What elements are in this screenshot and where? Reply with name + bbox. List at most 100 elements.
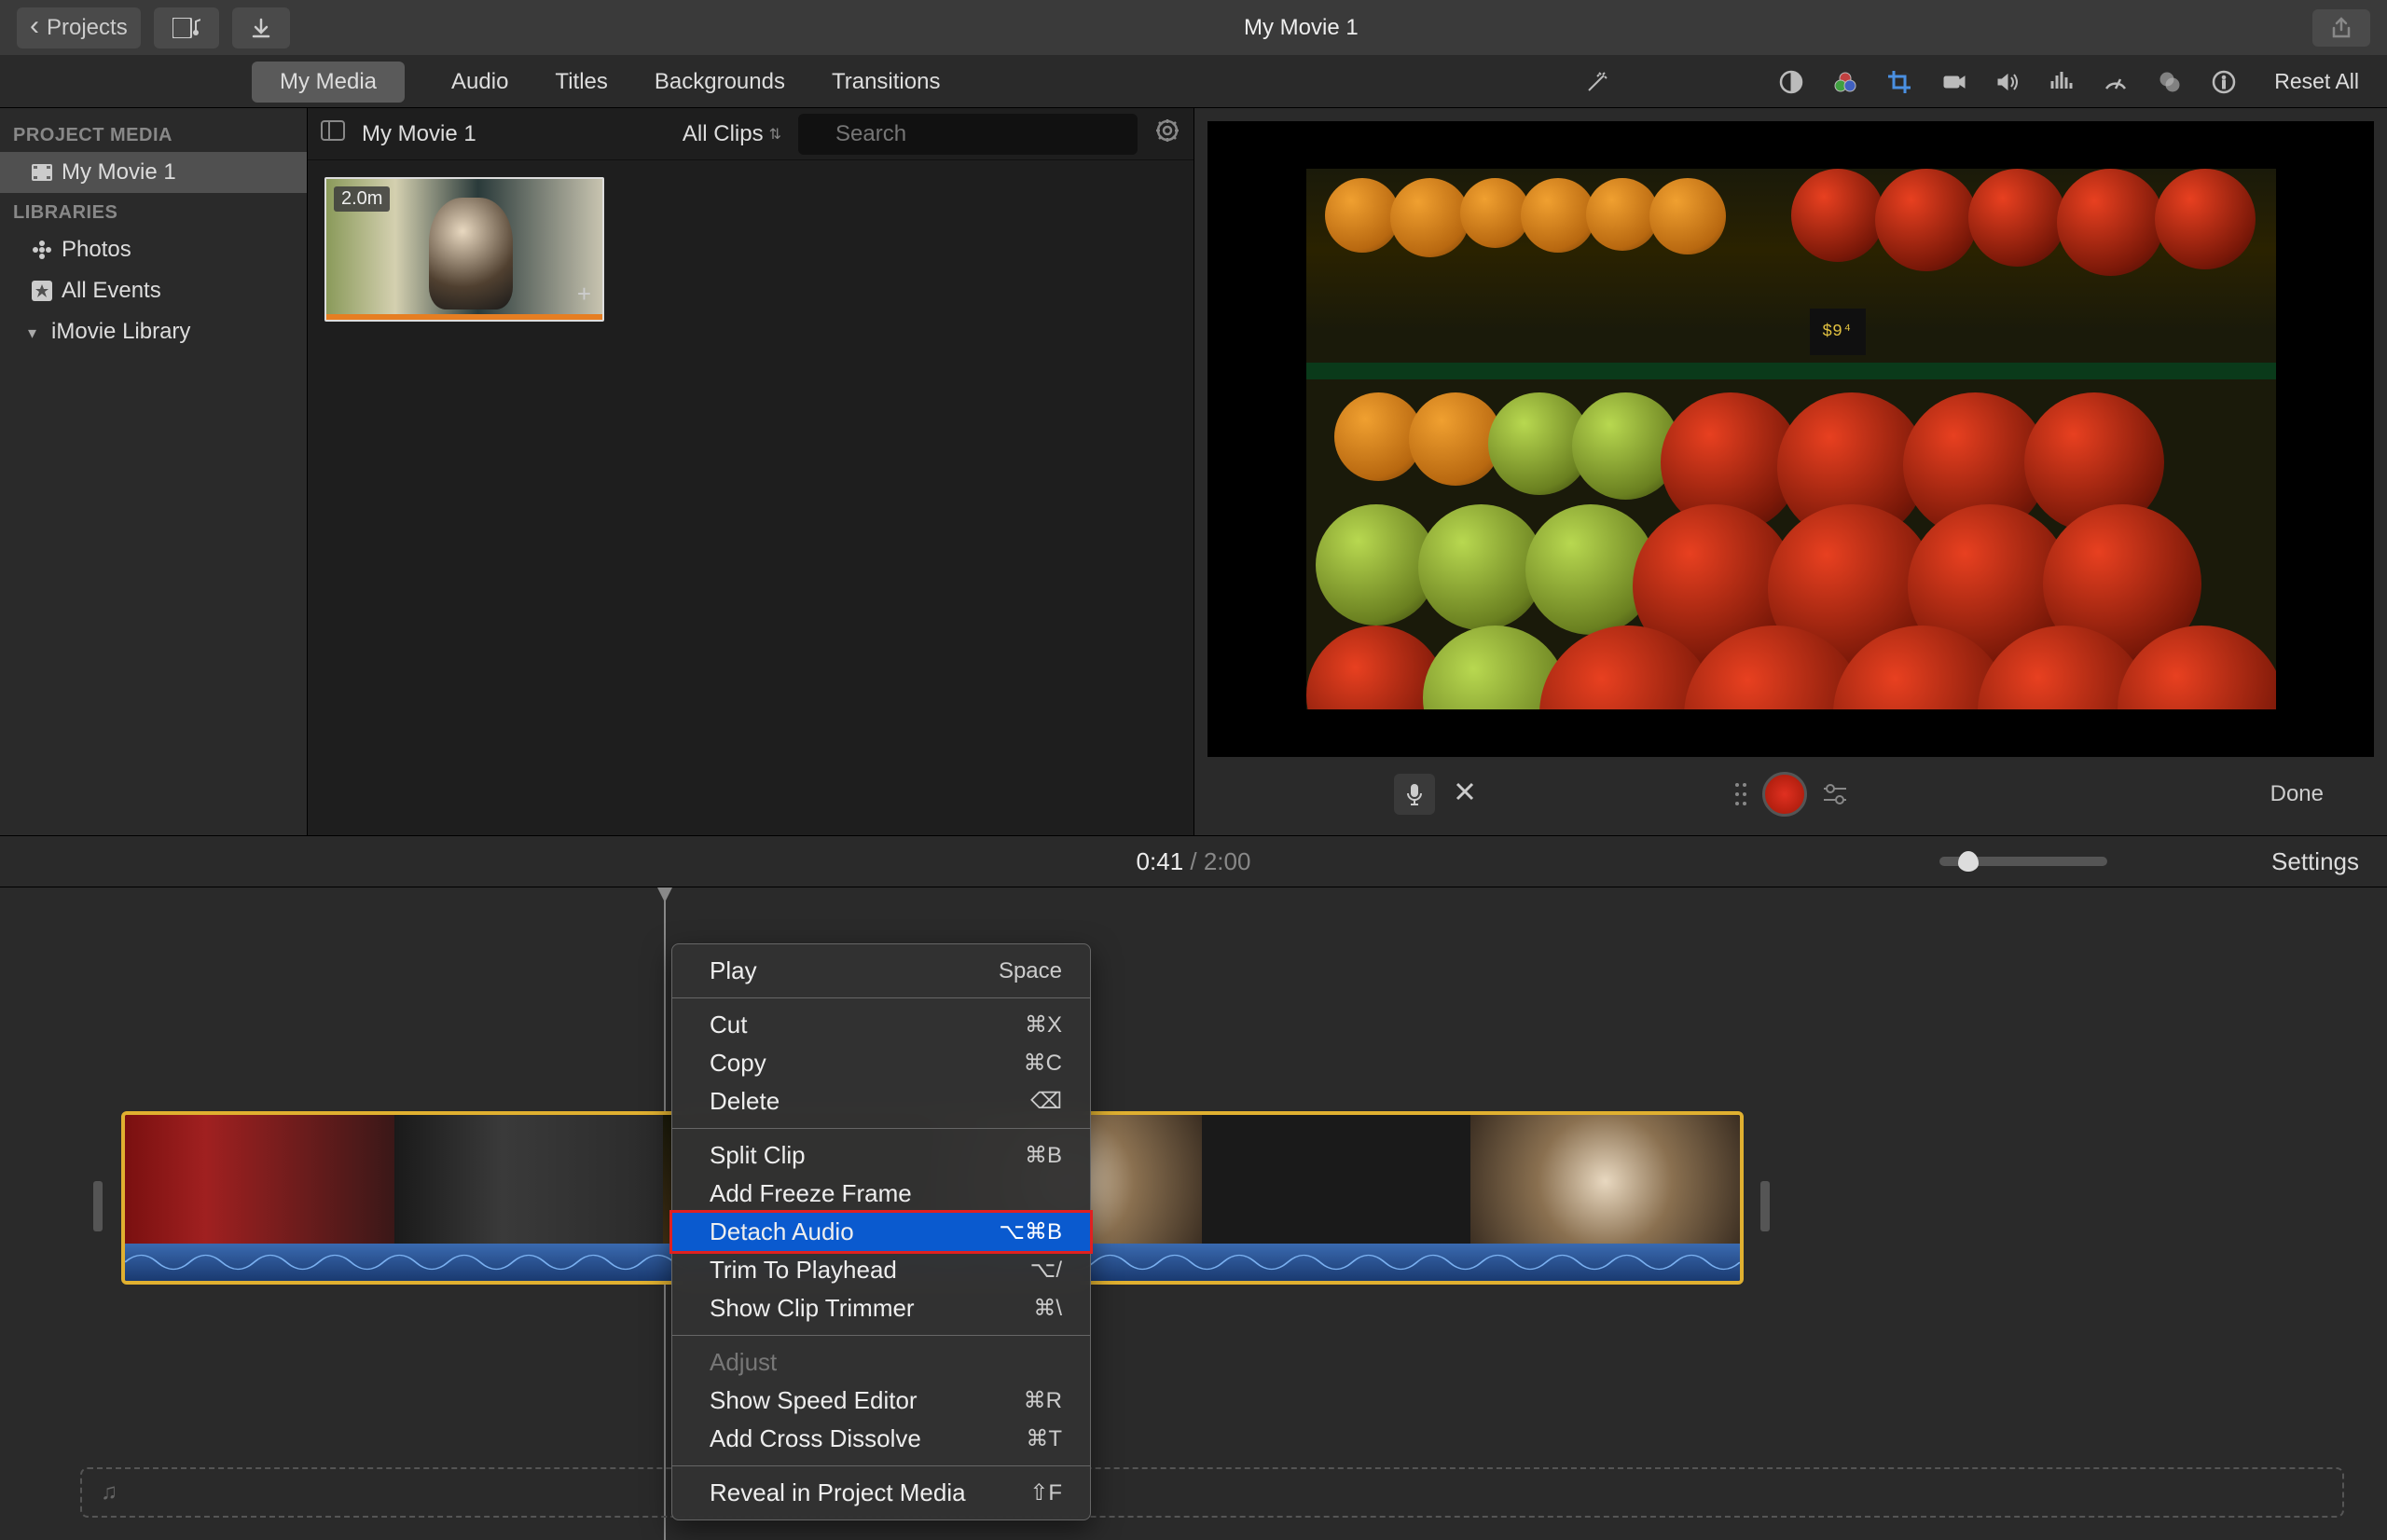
tab-audio[interactable]: Audio — [451, 62, 508, 103]
menu-item-shortcut: ⌘R — [1024, 1387, 1062, 1414]
speed-icon[interactable] — [2103, 69, 2129, 95]
sidebar-item-label: Photos — [62, 237, 131, 263]
menu-item-trim-to-playhead[interactable]: Trim To Playhead⌥/ — [672, 1251, 1090, 1289]
menu-item-add-cross-dissolve[interactable]: Add Cross Dissolve⌘T — [672, 1420, 1090, 1458]
sidebar-item-photos[interactable]: Photos — [0, 229, 307, 270]
main-area: PROJECT MEDIA My Movie 1 LIBRARIES Photo… — [0, 108, 2387, 835]
menu-item-shortcut: ⌥⌘B — [999, 1218, 1062, 1245]
menu-item-detach-audio[interactable]: Detach Audio ⌥⌘B — [672, 1213, 1090, 1251]
clip-thumbnails-area: 2.0m + — [308, 160, 1194, 835]
sidebar-header-libraries: LIBRARIES — [0, 193, 307, 229]
audio-drop-zone[interactable]: ♫ — [80, 1467, 2344, 1518]
color-balance-icon[interactable] — [1778, 69, 1804, 95]
clip-thumbnail[interactable]: 2.0m + — [324, 177, 604, 322]
mic-icon — [1405, 782, 1424, 806]
tab-my-media[interactable]: My Media — [252, 62, 405, 103]
project-title: My Movie 1 — [1244, 15, 1359, 41]
record-button[interactable] — [1762, 772, 1807, 817]
menu-item-add-freeze-frame[interactable]: Add Freeze Frame — [672, 1175, 1090, 1213]
clip-filter-dropdown[interactable]: All Clips ⇅ — [683, 121, 781, 147]
theater-button[interactable] — [154, 7, 219, 48]
sidebar-item-imovie-library[interactable]: iMovie Library — [0, 311, 307, 352]
enhance-wand-icon[interactable] — [1584, 69, 1610, 95]
sidebar-item-my-movie[interactable]: My Movie 1 — [0, 152, 307, 193]
add-clip-icon[interactable]: + — [577, 280, 591, 309]
menu-item-label: Add Cross Dissolve — [710, 1424, 921, 1453]
gear-icon[interactable] — [1154, 117, 1180, 150]
updown-chevron-icon: ⇅ — [769, 125, 781, 144]
menu-item-shortcut: ⌘C — [1024, 1050, 1062, 1077]
preview-frame-image: $9⁴ — [1306, 169, 2276, 709]
timeline-area[interactable]: ♫ PlaySpaceCut⌘XCopy⌘CDelete⌫Split Clip⌘… — [0, 887, 2387, 1540]
menu-item-shortcut: ⌘\ — [1033, 1295, 1062, 1322]
zoom-slider-thumb[interactable] — [1958, 851, 1979, 872]
projects-label: Projects — [47, 15, 128, 41]
menu-item-play[interactable]: PlaySpace — [672, 952, 1090, 990]
zoom-slider[interactable] — [1939, 857, 2107, 866]
reset-all-button[interactable]: Reset All — [2274, 69, 2359, 94]
menu-item-show-clip-trimmer[interactable]: Show Clip Trimmer⌘\ — [672, 1289, 1090, 1327]
preview-viewer[interactable]: $9⁴ — [1207, 121, 2374, 757]
noise-eq-icon[interactable] — [2049, 69, 2075, 95]
tab-transitions[interactable]: Transitions — [832, 62, 940, 103]
menu-separator — [672, 1465, 1090, 1466]
search-input[interactable] — [798, 114, 1138, 155]
sidebar-header-project-media: PROJECT MEDIA — [0, 116, 307, 152]
top-toolbar: Projects My Movie 1 — [0, 0, 2387, 56]
info-icon[interactable] — [2211, 69, 2237, 95]
browser-title: My Movie 1 — [362, 121, 476, 147]
tab-backgrounds[interactable]: Backgrounds — [655, 62, 785, 103]
tab-titles[interactable]: Titles — [555, 62, 607, 103]
menu-item-label: Add Freeze Frame — [710, 1179, 912, 1208]
time-display: 0:41 / 2:00 — [1137, 847, 1251, 876]
media-browser: My Movie 1 All Clips ⇅ 🔍 2.0m + — [308, 108, 1194, 835]
disclosure-triangle-icon[interactable] — [28, 319, 42, 345]
menu-item-copy[interactable]: Copy⌘C — [672, 1044, 1090, 1082]
cancel-cross-button[interactable] — [1454, 780, 1476, 809]
chevron-left-icon — [30, 15, 39, 41]
projects-back-button[interactable]: Projects — [17, 7, 141, 48]
viewer-panel: $9⁴ — [1194, 108, 2387, 835]
timeline-settings-button[interactable]: Settings — [2271, 847, 2359, 876]
time-separator: / — [1190, 847, 1203, 875]
menu-separator — [672, 997, 1090, 998]
menu-item-shortcut: ⌫ — [1030, 1088, 1062, 1115]
clip-icon — [32, 164, 52, 181]
clip-handle-left[interactable] — [93, 1181, 103, 1231]
crop-icon[interactable] — [1886, 69, 1912, 95]
menu-item-split-clip[interactable]: Split Clip⌘B — [672, 1136, 1090, 1175]
download-arrow-icon — [251, 18, 271, 38]
stabilization-icon[interactable] — [1940, 69, 1966, 95]
clip-duration-badge: 2.0m — [334, 186, 390, 212]
drag-handle-icon[interactable] — [1734, 781, 1747, 807]
voiceover-mic-button[interactable] — [1394, 774, 1435, 815]
menu-item-label: Split Clip — [710, 1141, 806, 1170]
music-note-icon: ♫ — [101, 1479, 117, 1506]
adjust-toolbar: Reset All — [1584, 69, 2359, 95]
sidebar-item-all-events[interactable]: All Events — [0, 270, 307, 311]
menu-item-label: Adjust — [710, 1348, 777, 1377]
menu-item-delete[interactable]: Delete⌫ — [672, 1082, 1090, 1121]
media-tab-group: My Media — [252, 62, 405, 103]
menu-item-cut[interactable]: Cut⌘X — [672, 1006, 1090, 1044]
clip-handle-right[interactable] — [1760, 1181, 1770, 1231]
sliders-icon[interactable] — [1822, 784, 1848, 804]
import-button[interactable] — [232, 7, 290, 48]
overlay-icon[interactable] — [2157, 69, 2183, 95]
menu-item-reveal-in-project-media[interactable]: Reveal in Project Media⇧F — [672, 1474, 1090, 1512]
menu-item-label: Trim To Playhead — [710, 1256, 897, 1285]
timeline-header: 0:41 / 2:00 Settings — [0, 835, 2387, 887]
share-button[interactable] — [2312, 9, 2370, 47]
volume-icon[interactable] — [1994, 69, 2021, 95]
sidebar-item-label: My Movie 1 — [62, 159, 176, 186]
current-time: 0:41 — [1137, 847, 1184, 875]
browser-header: My Movie 1 All Clips ⇅ 🔍 — [308, 108, 1194, 160]
menu-item-show-speed-editor[interactable]: Show Speed Editor⌘R — [672, 1382, 1090, 1420]
menu-separator — [672, 1335, 1090, 1336]
price-tag: $9⁴ — [1810, 309, 1866, 355]
color-correction-icon[interactable] — [1832, 69, 1858, 95]
menu-item-label: Detach Audio — [710, 1217, 854, 1246]
done-button[interactable]: Done — [2270, 781, 2324, 807]
panel-toggle-icon[interactable] — [321, 120, 345, 147]
menu-item-adjust: Adjust — [672, 1343, 1090, 1382]
